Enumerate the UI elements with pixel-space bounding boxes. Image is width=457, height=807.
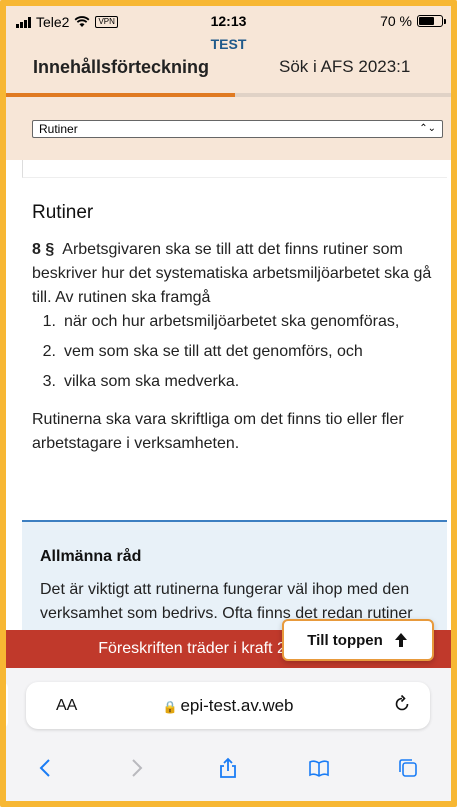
page-header: Innehållsförteckning Sök i AFS 2023:1 Ru… — [0, 40, 457, 160]
advice-title: Allmänna råd — [40, 548, 142, 565]
back-to-top-button[interactable]: Till toppen — [282, 619, 434, 661]
share-button[interactable] — [213, 753, 243, 783]
section-number: 8 § — [32, 241, 55, 258]
previous-tab-edge[interactable] — [0, 682, 8, 728]
back-button[interactable] — [31, 753, 61, 783]
section-intro: 8 § Arbetsgivaren ska se till att det fi… — [32, 238, 452, 310]
list-item-number: 1. — [42, 313, 56, 330]
section-select[interactable]: Rutiner ⌃⌄ — [32, 120, 443, 138]
address-bar[interactable]: AA 🔒 epi-test.av.web — [26, 682, 430, 729]
tab-table-of-contents[interactable]: Innehållsförteckning — [33, 57, 209, 78]
tabs-button[interactable] — [393, 753, 423, 783]
section-intro-text: Arbetsgivaren ska se till att det finns … — [32, 241, 432, 306]
battery-icon — [417, 15, 446, 27]
bookmarks-button[interactable] — [304, 753, 334, 783]
requirement-list: 1. när och hur arbetsmiljöarbetet ska gen… — [32, 310, 447, 394]
main-content: Rutiner 8 § Arbetsgivaren ska se till at… — [22, 160, 447, 456]
arrow-up-icon — [394, 633, 407, 647]
browser-chrome: AA 🔒 epi-test.av.web — [0, 668, 457, 807]
section-closing: Rutinerna ska vara skriftliga om det fin… — [32, 411, 404, 452]
list-item: 3. vilka som ska medverka. — [32, 370, 447, 394]
share-icon — [220, 757, 236, 778]
back-to-top-label: Till toppen — [307, 631, 383, 649]
list-item-number: 2. — [42, 343, 56, 360]
forward-button[interactable] — [121, 753, 151, 783]
list-item: 1. när och hur arbetsmiljöarbetet ska gen… — [32, 310, 447, 334]
section-heading: Rutiner — [32, 202, 94, 223]
section-select-value: Rutiner — [39, 122, 78, 136]
site-label: TEST — [210, 36, 247, 52]
content-top-divider — [22, 160, 447, 178]
list-item-number: 3. — [42, 373, 56, 390]
tab-indicator-active — [0, 93, 235, 97]
list-item-text: vem som ska se till att det genomförs, o… — [64, 343, 363, 360]
url-host: 🔒 epi-test.av.web — [26, 696, 430, 716]
browser-toolbar — [0, 753, 457, 793]
tab-indicator-track — [0, 93, 457, 97]
lock-icon: 🔒 — [162, 700, 178, 714]
list-item: 2. vem som ska se till att det genomförs,… — [32, 340, 447, 364]
battery-percent: 70 % — [380, 13, 412, 29]
status-right: 70 % — [380, 13, 446, 29]
battery-fill — [419, 17, 435, 25]
chevron-updown-icon: ⌃⌄ — [419, 123, 436, 134]
status-bar: Tele2 VPN 12:13 70 % — [0, 0, 457, 40]
tabs-icon — [399, 759, 417, 777]
list-item-text: vilka som ska medverka. — [64, 373, 240, 390]
reload-icon[interactable] — [392, 694, 412, 714]
book-icon — [309, 760, 329, 777]
list-item-text: när och hur arbetsmiljöarbetet ska genom… — [64, 313, 400, 330]
chevron-right-icon — [132, 759, 143, 777]
url-host-text: epi-test.av.web — [180, 696, 294, 715]
tab-search[interactable]: Sök i AFS 2023:1 — [279, 57, 410, 77]
chevron-left-icon — [39, 759, 50, 777]
